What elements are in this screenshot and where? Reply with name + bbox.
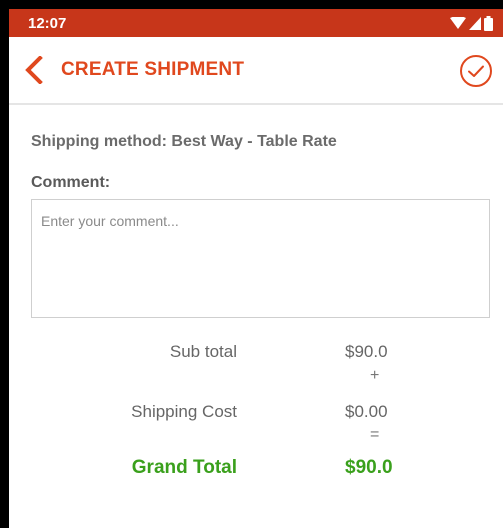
content: Shipping method: Best Way - Table Rate C…	[9, 133, 503, 498]
status-bar: 12:07	[9, 9, 503, 37]
battery-icon	[484, 15, 493, 31]
wifi-icon	[450, 16, 466, 29]
plus-sign: +	[370, 367, 380, 384]
shipping-cost-label: Shipping Cost	[131, 402, 237, 421]
app-screen: 12:07 CREATE SHIPMENT Shipping method: B…	[9, 9, 503, 528]
shipping-method: Shipping method: Best Way - Table Rate	[31, 133, 337, 150]
grand-total-value: $90.0	[345, 457, 393, 478]
confirm-button[interactable]	[459, 54, 493, 88]
totals-summary: Sub total $90.0 + Shipping Cost $0.00 = …	[31, 318, 481, 498]
grand-total-label: Grand Total	[131, 457, 237, 478]
toolbar: CREATE SHIPMENT	[9, 37, 503, 105]
comment-label: Comment:	[31, 174, 111, 191]
status-icons	[450, 15, 493, 31]
chevron-left-icon	[25, 56, 43, 84]
subtotal-value: $90.0	[345, 342, 388, 361]
equals-sign: =	[370, 426, 380, 443]
subtotal-label: Sub total	[169, 342, 237, 361]
check-circle-icon	[460, 55, 492, 87]
page-title: CREATE SHIPMENT	[61, 59, 245, 80]
status-time: 12:07	[28, 14, 67, 32]
back-button[interactable]	[24, 56, 54, 84]
shipping-cost-value: $0.00	[345, 402, 388, 421]
comment-input[interactable]	[31, 199, 490, 318]
signal-icon	[469, 16, 481, 30]
